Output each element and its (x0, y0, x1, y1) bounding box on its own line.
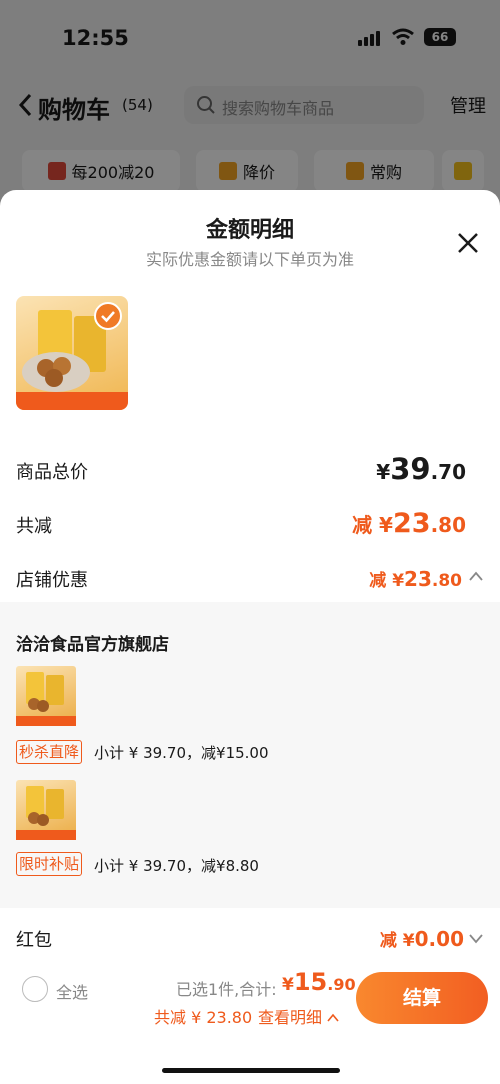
checkout-button[interactable]: 结算 (356, 972, 488, 1024)
close-icon[interactable] (455, 230, 481, 256)
store-discount-detail: 洽洽食品官方旗舰店 秒杀直降 小计 ¥ 39.70，减¥15.00 限时补贴 小… (0, 602, 500, 908)
checkout-bar: 全选 已选1件,合计: ¥15.90 共减 ¥ 23.80 查看明细 结算 (0, 960, 500, 1084)
price-integer: 23 (392, 508, 431, 539)
item-thumbnail (16, 666, 76, 726)
total-price-row: 商品总价 ¥39.70 (16, 452, 484, 488)
discount-prefix: 减 ¥ (352, 513, 393, 537)
discount-row: 共减 减 ¥23.80 (16, 508, 484, 542)
store-discount-row[interactable]: 店铺优惠 减 ¥23.80 (16, 566, 484, 592)
currency-symbol: ¥ (376, 460, 391, 484)
sheet-subtitle: 实际优惠金额请以下单页为准 (145, 250, 354, 269)
currency-symbol: ¥ (282, 975, 294, 995)
total-discount: 共减 ¥ 23.80 (154, 1008, 253, 1027)
sheet-title: 金额明细 (205, 218, 294, 243)
product-thumbnail[interactable] (16, 296, 128, 410)
chevron-down-icon[interactable] (468, 932, 484, 944)
select-all-radio[interactable] (22, 976, 48, 1002)
item-subtotal: 小计 ¥ 39.70，减¥15.00 (94, 744, 269, 762)
selected-count: 已选1件,合计: (176, 980, 277, 999)
promo-tag-flash-sale: 秒杀直降 (16, 740, 83, 764)
selected-check-icon (94, 302, 122, 330)
total-price-label: 商品总价 (16, 462, 88, 483)
price-cents: .90 (327, 975, 356, 994)
discount-prefix: 减 ¥ (369, 571, 405, 591)
cart-total-price: ¥15.90 (282, 968, 356, 996)
discount-value: 减 ¥23.80 (352, 508, 466, 539)
price-cents: .80 (431, 571, 462, 591)
amount-detail-sheet: 金额明细 实际优惠金额请以下单页为准 商品总价 ¥39.70 共减 减 ¥23.… (0, 190, 500, 1084)
item-thumbnail (16, 780, 76, 840)
shop-name: 洽洽食品官方旗舰店 (16, 635, 169, 655)
red-packet-amount: 0.00 (414, 927, 464, 951)
red-packet-value: 减 ¥0.00 (380, 926, 464, 951)
promo-tag-subsidy: 限时补贴 (16, 852, 83, 876)
modal-overlay[interactable] (0, 0, 500, 200)
price-integer: 39 (390, 452, 431, 486)
view-detail-label: 查看明细 (258, 1008, 323, 1027)
item-subtotal: 小计 ¥ 39.70，减¥8.80 (94, 857, 259, 875)
total-price-value: ¥39.70 (376, 452, 466, 486)
price-cents: .80 (430, 513, 466, 537)
chevron-up-icon[interactable] (468, 570, 484, 582)
price-cents: .70 (430, 460, 466, 484)
price-integer: 15 (293, 968, 328, 996)
home-indicator (162, 1068, 340, 1073)
store-discount-value: 减 ¥23.80 (369, 566, 462, 591)
discount-label: 共减 (16, 516, 52, 537)
discount-prefix: 减 ¥ (379, 931, 415, 951)
store-discount-label: 店铺优惠 (16, 570, 88, 591)
product-image (16, 672, 76, 726)
view-detail-link[interactable]: 查看明细 (258, 1004, 339, 1028)
select-all-label[interactable]: 全选 (56, 979, 88, 1003)
chevron-up-icon (327, 1013, 339, 1022)
red-packet-label: 红包 (16, 930, 52, 951)
price-integer: 23 (404, 567, 432, 591)
product-image (16, 786, 76, 840)
